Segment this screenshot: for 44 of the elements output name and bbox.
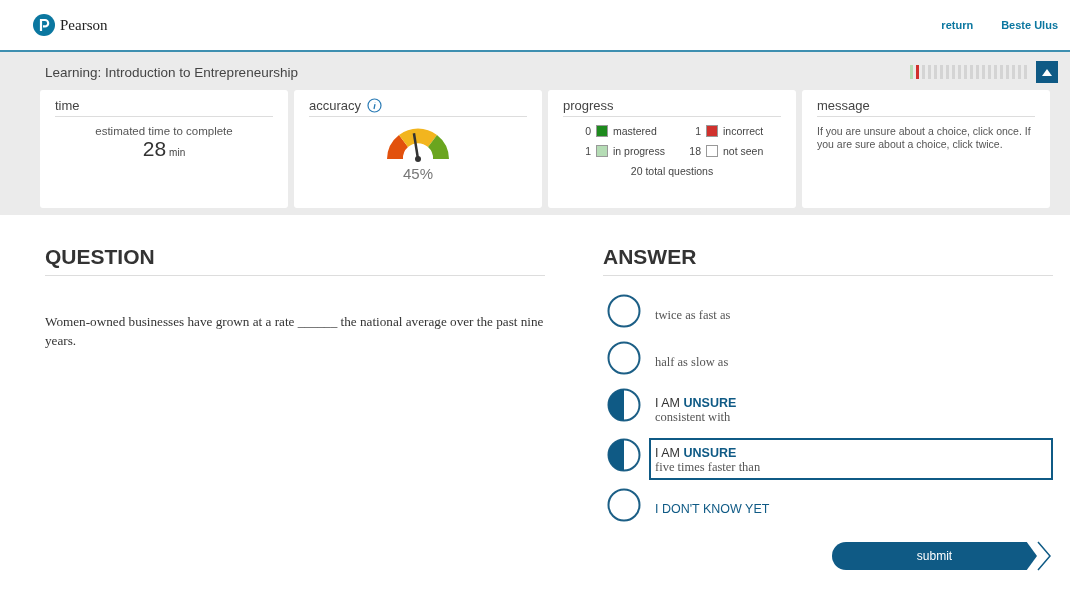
answer-option[interactable]: five times faster than xyxy=(655,460,1045,475)
legend-label: incorrect xyxy=(723,125,764,137)
card-title: progress xyxy=(563,98,614,113)
info-icon[interactable] xyxy=(367,98,383,113)
legend-label: mastered xyxy=(613,125,657,137)
choice-radio[interactable] xyxy=(607,438,641,472)
selected-answer-box[interactable]: I AM UNSURE five times faster than xyxy=(649,438,1053,480)
question-text: Women-owned businesses have grown at a rate ______ the national average over the past nine years. xyxy=(45,313,545,351)
choice-radio[interactable] xyxy=(607,488,641,522)
header-link[interactable]: Beste Ulus xyxy=(1001,19,1058,31)
card-title: message xyxy=(817,98,870,113)
choice-radio[interactable] xyxy=(607,294,641,328)
caret-icon xyxy=(1042,68,1052,76)
answer-option[interactable]: consistent with xyxy=(655,410,1045,425)
legend-label: not seen xyxy=(723,145,764,157)
answer-option[interactable]: half as slow as xyxy=(655,354,1045,370)
choice-radio[interactable] xyxy=(607,388,641,422)
course-title: Learning: Introduction to Entrepreneurship xyxy=(45,64,298,80)
answer-heading: ANSWER xyxy=(603,245,1053,276)
brand-name: Pearson xyxy=(60,16,108,34)
logo-icon xyxy=(33,14,55,36)
collapse-button[interactable] xyxy=(1036,61,1058,83)
progress-count: 18 xyxy=(688,145,701,157)
card-title: time xyxy=(55,98,80,113)
progress-count: 1 xyxy=(584,145,591,157)
unsure-label: I AM UNSURE xyxy=(655,396,738,410)
header-link[interactable]: return xyxy=(941,19,974,31)
time-unit: min xyxy=(169,147,186,158)
progress-count: 1 xyxy=(694,125,701,137)
unsure-label: I AM UNSURE xyxy=(655,446,738,460)
time-caption: estimated time to complete xyxy=(95,125,233,137)
accuracy-reading: 45% xyxy=(403,165,433,182)
total-questions: 20 total questions xyxy=(629,165,715,177)
legend-label: in progress xyxy=(613,145,665,157)
chevron-icon xyxy=(1037,541,1051,571)
choice-radio[interactable] xyxy=(607,341,641,375)
submit-button[interactable]: submit xyxy=(832,542,1037,570)
dont-know-option[interactable]: I DON'T KNOW YET xyxy=(655,502,1045,516)
question-heading: QUESTION xyxy=(45,245,545,276)
progress-count: 0 xyxy=(584,125,591,137)
message-text: If you are unsure about a choice, click once. If you are sure about a choice, click twice. xyxy=(817,125,1032,151)
answer-option[interactable]: twice as fast as xyxy=(655,307,1045,323)
card-title: accuracy xyxy=(309,98,362,113)
time-value: 28 xyxy=(142,137,167,161)
